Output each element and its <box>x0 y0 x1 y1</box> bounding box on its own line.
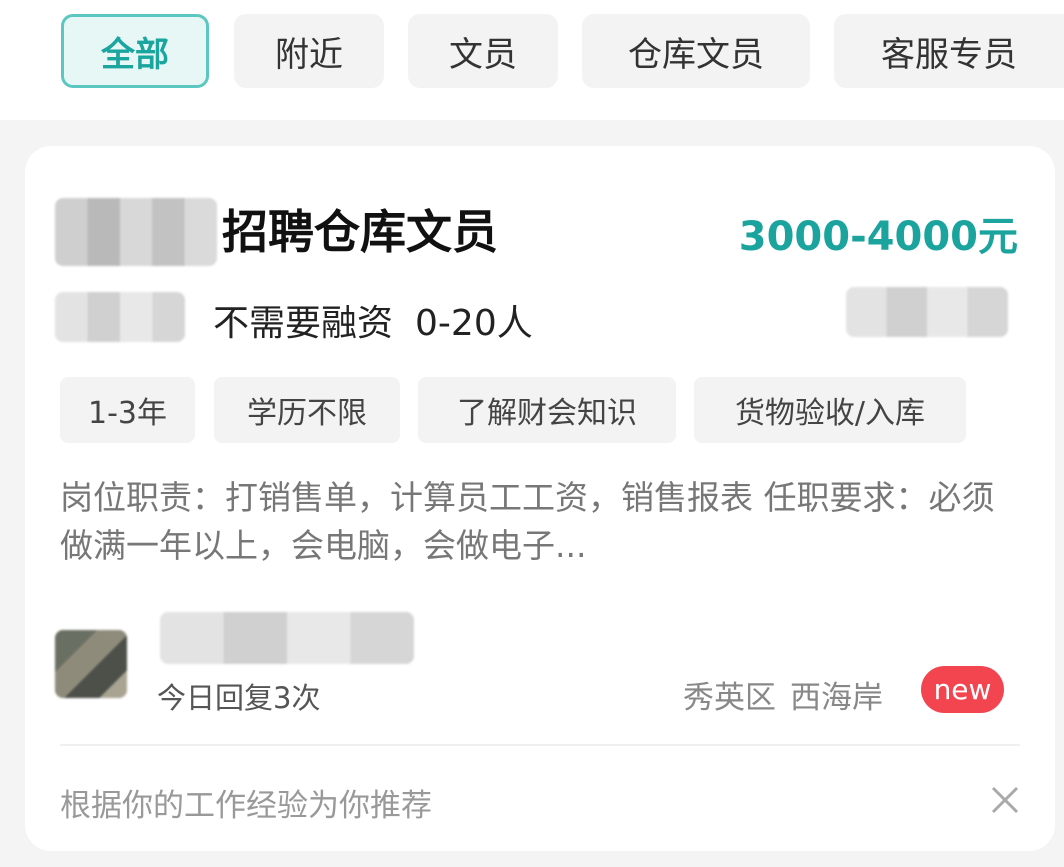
filter-chip-label: 客服专员 <box>881 34 1017 75</box>
job-description: 岗位职责：打销售单，计算员工工资，销售报表 任职要求：必须做满一年以上，会电脑，… <box>60 478 995 565</box>
location-area: 西海岸 <box>790 680 883 716</box>
job-salary: 3000-4000元 <box>738 214 1018 260</box>
new-badge: new <box>921 666 1004 713</box>
recruiter-name-redacted <box>160 612 414 664</box>
hr-name-redacted <box>846 287 1008 337</box>
filter-chip-label: 仓库文员 <box>628 34 764 75</box>
filter-chip-customer-service[interactable]: 客服专员 <box>834 14 1064 88</box>
divider <box>60 744 1020 746</box>
tag-education: 学历不限 <box>214 377 400 443</box>
tag-experience: 1-3年 <box>60 377 195 443</box>
recruiter-avatar[interactable] <box>55 630 127 698</box>
company-name-redacted <box>55 198 217 266</box>
tag-duty: 货物验收/入库 <box>694 377 966 443</box>
financing-status: 不需要融资 <box>213 303 394 344</box>
filter-chip-label: 附近 <box>275 34 343 75</box>
filter-bar: 全部 附近 文员 仓库文员 客服专员 <box>0 0 1064 120</box>
company-size: 0-20人 <box>415 303 533 344</box>
job-title: 招聘仓库文员 <box>222 205 498 259</box>
filter-chip-all[interactable]: 全部 <box>61 14 209 88</box>
job-location: 秀英区 西海岸 <box>683 672 897 717</box>
location-district: 秀英区 <box>683 680 776 716</box>
filter-chip-warehouse-clerk[interactable]: 仓库文员 <box>582 14 810 88</box>
close-icon[interactable] <box>988 783 1022 817</box>
filter-chip-label: 文员 <box>449 34 517 75</box>
recommend-reason: 根据你的工作经验为你推荐 <box>60 788 432 824</box>
tag-skill: 了解财会知识 <box>418 377 676 443</box>
filter-chip-nearby[interactable]: 附近 <box>234 14 384 88</box>
filter-chip-clerk[interactable]: 文员 <box>408 14 558 88</box>
reply-count: 今日回复3次 <box>157 681 321 715</box>
filter-chip-label: 全部 <box>101 34 169 75</box>
company-short-redacted <box>55 292 185 342</box>
company-meta: 不需要融资 0-20人 <box>213 294 555 346</box>
